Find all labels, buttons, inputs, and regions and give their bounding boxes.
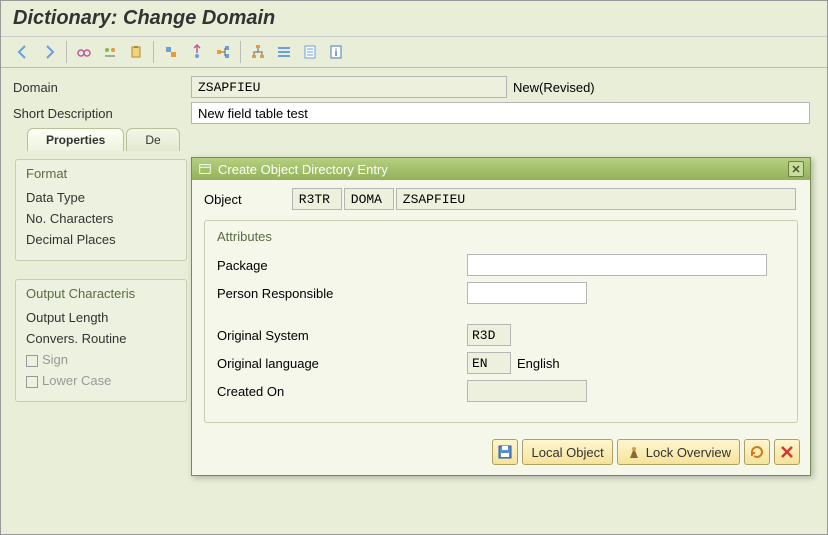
package-input[interactable] <box>467 254 767 276</box>
header-form: Domain New(Revised) Short Description <box>1 68 827 124</box>
output-group-title: Output Characteris <box>26 286 176 301</box>
page-title: Dictionary: Change Domain <box>1 1 827 37</box>
format-group-title: Format <box>26 166 176 181</box>
created-on-label: Created On <box>217 384 467 399</box>
tab-definition[interactable]: De <box>126 128 179 151</box>
document-icon[interactable] <box>298 41 322 63</box>
status-text: New(Revised) <box>513 80 595 95</box>
person-responsible-label: Person Responsible <box>217 286 467 301</box>
check-icon[interactable] <box>159 41 183 63</box>
save-button[interactable] <box>492 439 518 465</box>
original-language-text: English <box>517 356 560 371</box>
output-group: Output Characteris Output Length Convers… <box>15 279 187 402</box>
checkbox-sign: Sign <box>26 349 176 370</box>
refresh-icon <box>749 444 765 460</box>
local-object-button[interactable]: Local Object <box>522 439 612 465</box>
field-data-type: Data Type <box>26 187 176 208</box>
create-object-directory-dialog: Create Object Directory Entry ✕ Object A… <box>191 157 811 476</box>
attributes-title: Attributes <box>217 229 785 244</box>
lock-icon <box>626 444 642 460</box>
original-system-field <box>467 324 511 346</box>
dialog-title-text: Create Object Directory Entry <box>218 162 388 177</box>
forward-icon[interactable] <box>37 41 61 63</box>
clipboard-icon[interactable] <box>124 41 148 63</box>
diskette-icon <box>497 444 513 460</box>
svg-text:i: i <box>335 48 338 59</box>
field-convers-routine: Convers. Routine <box>26 328 176 349</box>
original-language-label: Original language <box>217 356 467 371</box>
domain-label: Domain <box>13 80 191 95</box>
cancel-button[interactable] <box>774 439 800 465</box>
short-description-input[interactable] <box>191 102 810 124</box>
attributes-group: Attributes Package Person Responsible Or… <box>204 220 798 423</box>
object-pgmid-field[interactable] <box>292 188 342 210</box>
refresh-button[interactable] <box>744 439 770 465</box>
original-language-field <box>467 352 511 374</box>
hierarchy-icon[interactable] <box>246 41 270 63</box>
field-decimal-places: Decimal Places <box>26 229 176 250</box>
back-icon[interactable] <box>11 41 35 63</box>
object-label: Object <box>204 192 292 207</box>
format-group: Format Data Type No. Characters Decimal … <box>15 159 187 261</box>
layout-icon[interactable] <box>272 41 296 63</box>
dialog-titlebar: Create Object Directory Entry ✕ <box>192 158 810 180</box>
checkbox-lower-case: Lower Case <box>26 370 176 391</box>
dialog-close-button[interactable]: ✕ <box>788 161 804 177</box>
lock-overview-button[interactable]: Lock Overview <box>617 439 740 465</box>
object-type-field[interactable] <box>344 188 394 210</box>
tab-properties[interactable]: Properties <box>27 128 124 151</box>
field-no-characters: No. Characters <box>26 208 176 229</box>
dialog-icon <box>198 162 212 176</box>
original-system-label: Original System <box>217 328 467 343</box>
activate-other-icon[interactable] <box>98 41 122 63</box>
short-description-label: Short Description <box>13 106 191 121</box>
where-used-icon[interactable] <box>211 41 235 63</box>
person-responsible-input[interactable] <box>467 282 587 304</box>
object-name-field[interactable] <box>396 188 796 210</box>
domain-input[interactable] <box>191 76 507 98</box>
glasses-icon[interactable] <box>72 41 96 63</box>
dialog-footer: Local Object Lock Overview <box>192 439 810 475</box>
info-icon[interactable]: i <box>324 41 348 63</box>
field-output-length: Output Length <box>26 307 176 328</box>
tabstrip: Properties De <box>1 128 827 151</box>
cancel-icon <box>779 444 795 460</box>
package-label: Package <box>217 258 467 273</box>
app-toolbar: i <box>1 37 827 68</box>
activate-icon[interactable] <box>185 41 209 63</box>
created-on-field <box>467 380 587 402</box>
